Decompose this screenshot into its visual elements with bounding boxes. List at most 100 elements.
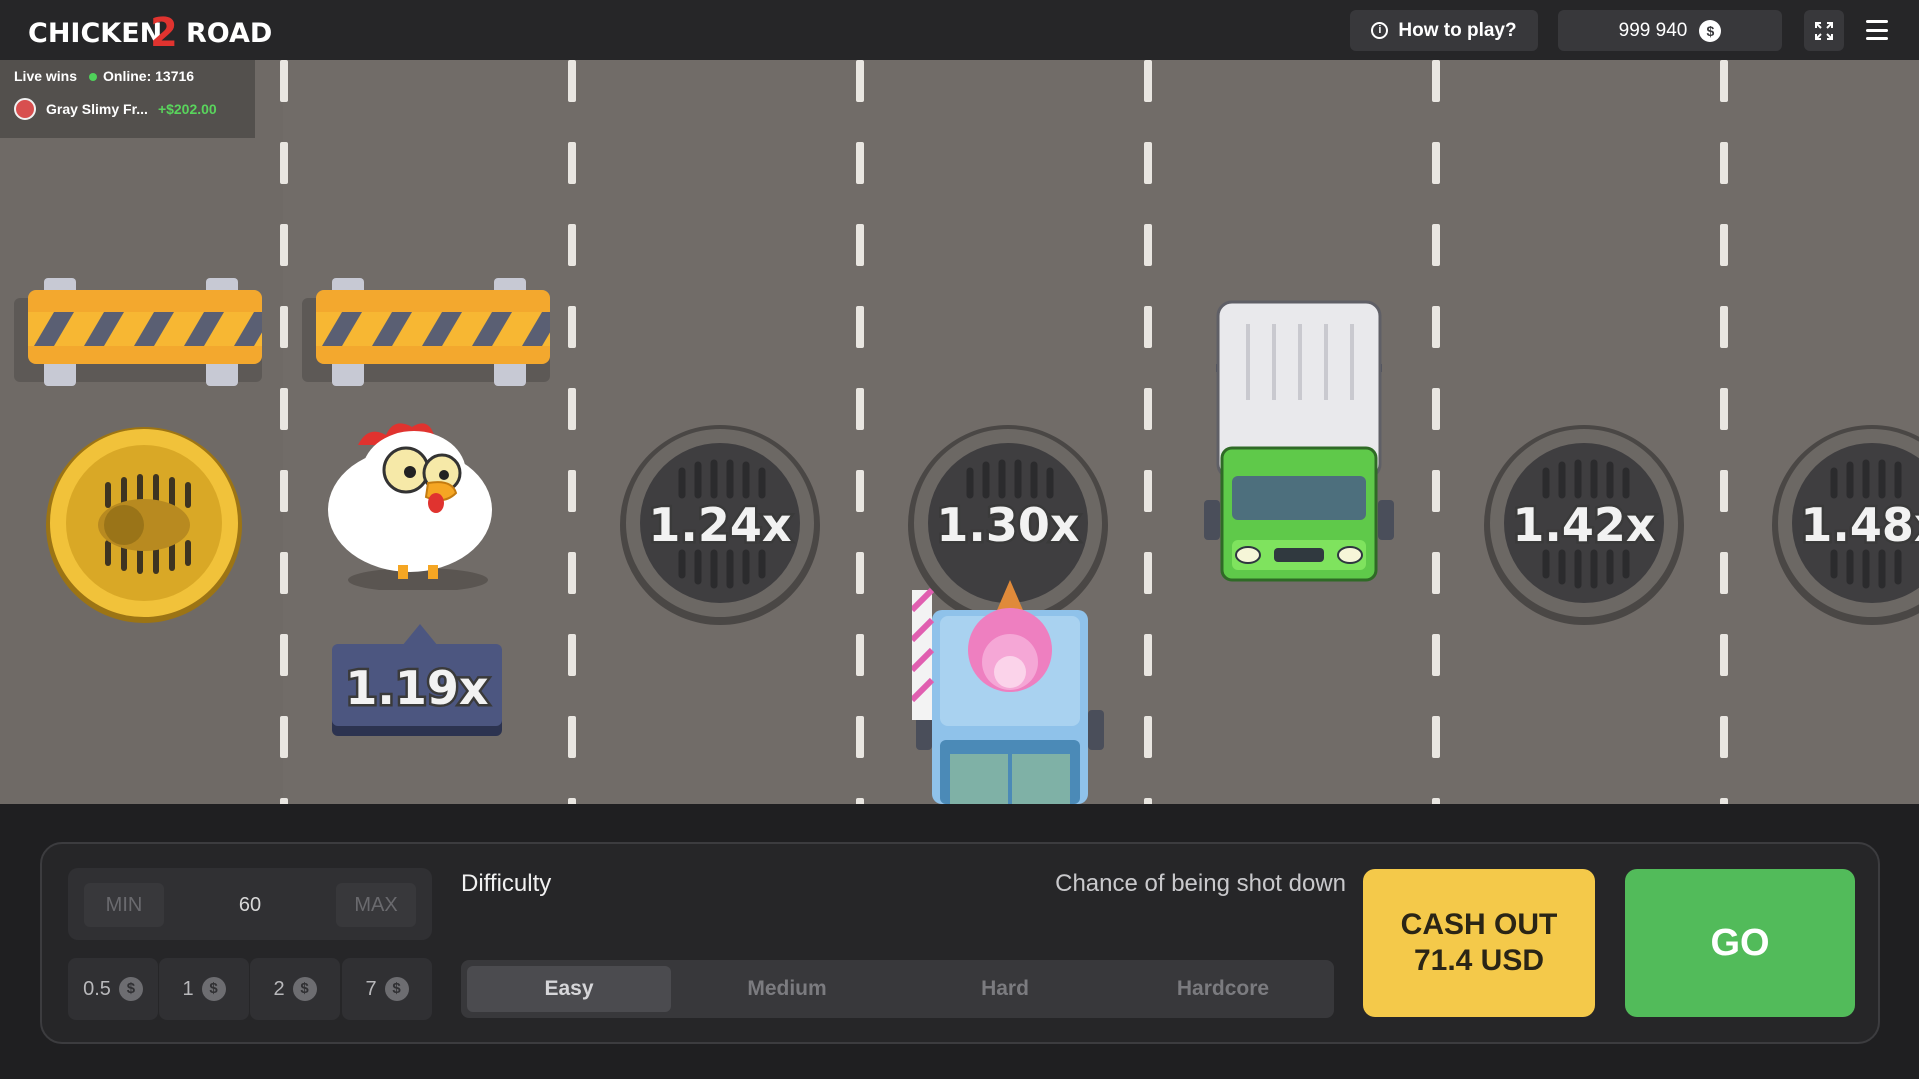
lane-dash — [280, 798, 288, 804]
road-barriers — [14, 278, 550, 386]
info-icon: i — [1371, 22, 1389, 39]
max-bet-button[interactable]: MAX — [336, 883, 416, 927]
lane-dash — [280, 634, 288, 676]
lane-dash — [1432, 552, 1440, 594]
chicken-icon — [328, 423, 492, 590]
live-wins-panel: Live wins Online: 13716 Gray Slimy Fr...… — [0, 60, 255, 138]
lane-dash — [568, 60, 576, 102]
balance-value: 999 940 — [1618, 19, 1688, 41]
how-to-play-button[interactable]: i How to play? — [1350, 10, 1538, 51]
lane-dash — [568, 224, 576, 266]
quick-bet-button[interactable]: 1 $ — [159, 958, 249, 1020]
fullscreen-button[interactable] — [1804, 10, 1844, 51]
lane-dash — [1432, 716, 1440, 758]
multiplier-2-text: 1.30x — [936, 498, 1079, 552]
lane-dash — [1144, 306, 1152, 348]
go-button[interactable]: GO — [1625, 869, 1855, 1017]
manhole-3: 1.42x — [1484, 425, 1684, 625]
lane-dash — [1720, 388, 1728, 430]
chicken-road-logo: CHICKEN 2 ROAD — [28, 10, 288, 56]
ice-cream-truck-icon — [912, 580, 1104, 804]
min-bet-button[interactable]: MIN — [84, 883, 164, 927]
lane-dash — [856, 634, 864, 676]
lane-dash — [1144, 716, 1152, 758]
current-multiplier-tag: 1.19x — [332, 624, 502, 736]
online-count: Online: 13716 — [89, 68, 194, 84]
dollar-coin-icon: $ — [118, 977, 143, 1001]
tab-hardcore[interactable]: Hardcore — [1121, 966, 1325, 1012]
lane-dash — [1720, 224, 1728, 266]
cash-out-button[interactable]: CASH OUT 71.4 USD — [1363, 869, 1595, 1017]
lane-dash — [1144, 60, 1152, 102]
tab-medium[interactable]: Medium — [685, 966, 889, 1012]
lane-dash — [1432, 142, 1440, 184]
lane-dash — [856, 716, 864, 758]
dollar-coin-icon: $ — [201, 977, 226, 1001]
lane-dash — [1144, 224, 1152, 266]
cash-out-label: CASH OUT — [1400, 908, 1558, 941]
logo-text-right: ROAD — [186, 18, 272, 49]
start-coin-icon — [46, 427, 242, 623]
live-wins-label: Live wins — [14, 68, 78, 84]
lane-dash — [568, 470, 576, 512]
lane-dash — [1144, 798, 1152, 804]
lane-dash — [1432, 60, 1440, 102]
balance-display: 999 940 $ — [1558, 10, 1782, 51]
lane-dash — [1432, 388, 1440, 430]
lane-dash — [1720, 306, 1728, 348]
lane-dash — [568, 634, 576, 676]
barrier-icon — [302, 278, 550, 386]
lane-dash — [1432, 470, 1440, 512]
dollar-coin-icon: $ — [1699, 19, 1722, 42]
chance-label: Chance of being shot down — [1055, 870, 1346, 897]
lane-dash — [1432, 224, 1440, 266]
lane-dash — [280, 60, 288, 102]
avatar — [14, 98, 36, 120]
live-win-amount: +$202.00 — [157, 101, 217, 117]
lane-dash — [280, 142, 288, 184]
quick-bet-button[interactable]: 0.5 $ — [68, 958, 158, 1020]
hamburger-menu-icon[interactable] — [1862, 18, 1892, 42]
lane-dash — [856, 388, 864, 430]
tab-hard[interactable]: Hard — [903, 966, 1107, 1012]
lane-dash — [856, 142, 864, 184]
lane-dash — [1432, 306, 1440, 348]
tab-easy[interactable]: Easy — [467, 966, 671, 1012]
quick-bet-button[interactable]: 7 $ — [342, 958, 432, 1020]
lane-dash — [280, 716, 288, 758]
multiplier-4-text: 1.48x — [1800, 498, 1919, 552]
multiplier-1-text: 1.24x — [648, 498, 791, 552]
lane-dash — [856, 798, 864, 804]
lane-dash — [280, 552, 288, 594]
lane-dash — [1720, 470, 1728, 512]
live-win-player: Gray Slimy Fr... — [46, 101, 148, 117]
lane-dash — [1144, 634, 1152, 676]
lane-dash — [856, 60, 864, 102]
dollar-coin-icon: $ — [292, 977, 317, 1001]
lane-dash — [1720, 552, 1728, 594]
lane-dash — [1144, 388, 1152, 430]
manhole-4: 1.48x — [1772, 425, 1919, 625]
lane-dash — [1720, 634, 1728, 676]
lane-dash — [568, 552, 576, 594]
lane-dash — [856, 552, 864, 594]
lane-dash — [280, 470, 288, 512]
difficulty-selector: Easy Medium Hard Hardcore — [461, 960, 1334, 1018]
online-dot-icon — [89, 73, 98, 81]
lane-dash — [1720, 716, 1728, 758]
lane-dash — [856, 224, 864, 266]
live-win-entry: Gray Slimy Fr... +$202.00 — [0, 92, 255, 126]
dollar-coin-icon: $ — [384, 977, 409, 1001]
lane-dash — [1144, 142, 1152, 184]
lane-dash — [568, 798, 576, 804]
lane-dash — [1144, 552, 1152, 594]
control-panel: MIN 60 MAX 0.5 $ 1 $ 2 $ 7 $ Difficulty … — [40, 842, 1880, 1044]
bet-amount-input[interactable]: 60 — [188, 883, 312, 927]
lane-dash — [568, 716, 576, 758]
lane-dash — [1144, 470, 1152, 512]
quick-bet-button[interactable]: 2 $ — [250, 958, 340, 1020]
fullscreen-icon — [1815, 21, 1833, 40]
top-bar: CHICKEN 2 ROAD i How to play? 999 940 $ — [0, 0, 1919, 60]
lane-dash — [856, 306, 864, 348]
game-board: Live wins Online: 13716 Gray Slimy Fr...… — [0, 60, 1919, 804]
